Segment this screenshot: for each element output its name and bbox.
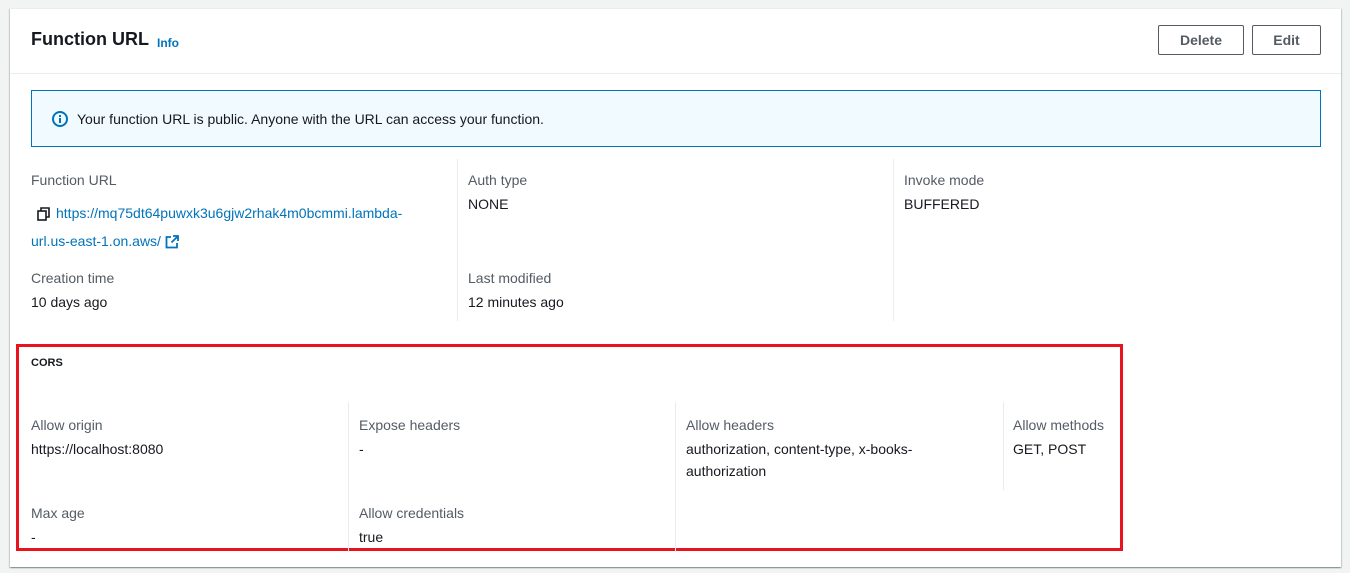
expose-headers-label: Expose headers (359, 417, 461, 433)
cors-title: CORS (31, 357, 63, 369)
allow-credentials-label: Allow credentials (359, 505, 465, 521)
info-link[interactable]: Info (157, 36, 179, 50)
copy-icon[interactable] (37, 207, 50, 222)
auth-type-value: NONE (468, 196, 509, 212)
panel-header: Function URL Info Delete Edit (10, 9, 1341, 74)
allow-headers-value-1: authorization, content-type, x-books- (686, 441, 913, 457)
function-url-text-2[interactable]: url.us-east-1.on.aws/ (31, 233, 161, 249)
max-age-value: - (31, 529, 36, 545)
last-modified-label: Last modified (468, 270, 552, 286)
allow-headers-label: Allow headers (686, 417, 774, 433)
creation-time-value: 10 days ago (31, 294, 108, 310)
last-modified-value: 12 minutes ago (468, 294, 564, 310)
allow-methods-value: GET, POST (1013, 441, 1087, 457)
max-age-label: Max age (31, 505, 85, 521)
function-url-link[interactable]: https://mq75dt64puwxk3u6gjw2rhak4m0bcmmi… (31, 199, 441, 255)
allow-origin-label: Allow origin (31, 417, 103, 433)
info-circle-icon (52, 111, 68, 127)
alert-message: Your function URL is public. Anyone with… (77, 111, 544, 127)
column-divider (893, 159, 894, 321)
column-divider (457, 159, 458, 321)
edit-button[interactable]: Edit (1252, 25, 1321, 55)
column-divider (1003, 402, 1004, 490)
expose-headers-value: - (359, 441, 364, 457)
allow-origin-value: https://localhost:8080 (31, 441, 164, 457)
function-url-text-1[interactable]: https://mq75dt64puwxk3u6gjw2rhak4m0bcmmi… (56, 205, 402, 221)
auth-type-label: Auth type (468, 172, 528, 188)
function-url-label: Function URL (31, 172, 117, 188)
panel-title: Function URL (31, 29, 149, 49)
column-divider (348, 402, 349, 552)
allow-credentials-value: true (359, 529, 384, 545)
function-url-panel: Function URL Info Delete Edit Your funct… (10, 8, 1341, 567)
allow-methods-label: Allow methods (1013, 417, 1105, 433)
public-url-alert: Your function URL is public. Anyone with… (31, 90, 1321, 147)
creation-time-label: Creation time (31, 270, 115, 286)
external-link-icon[interactable] (165, 235, 179, 249)
delete-button[interactable]: Delete (1158, 25, 1244, 55)
cors-highlight-box (16, 344, 1123, 551)
allow-headers-value-2: authorization (686, 463, 767, 479)
invoke-mode-value: BUFFERED (904, 196, 980, 212)
column-divider (675, 402, 676, 552)
invoke-mode-label: Invoke mode (904, 172, 985, 188)
